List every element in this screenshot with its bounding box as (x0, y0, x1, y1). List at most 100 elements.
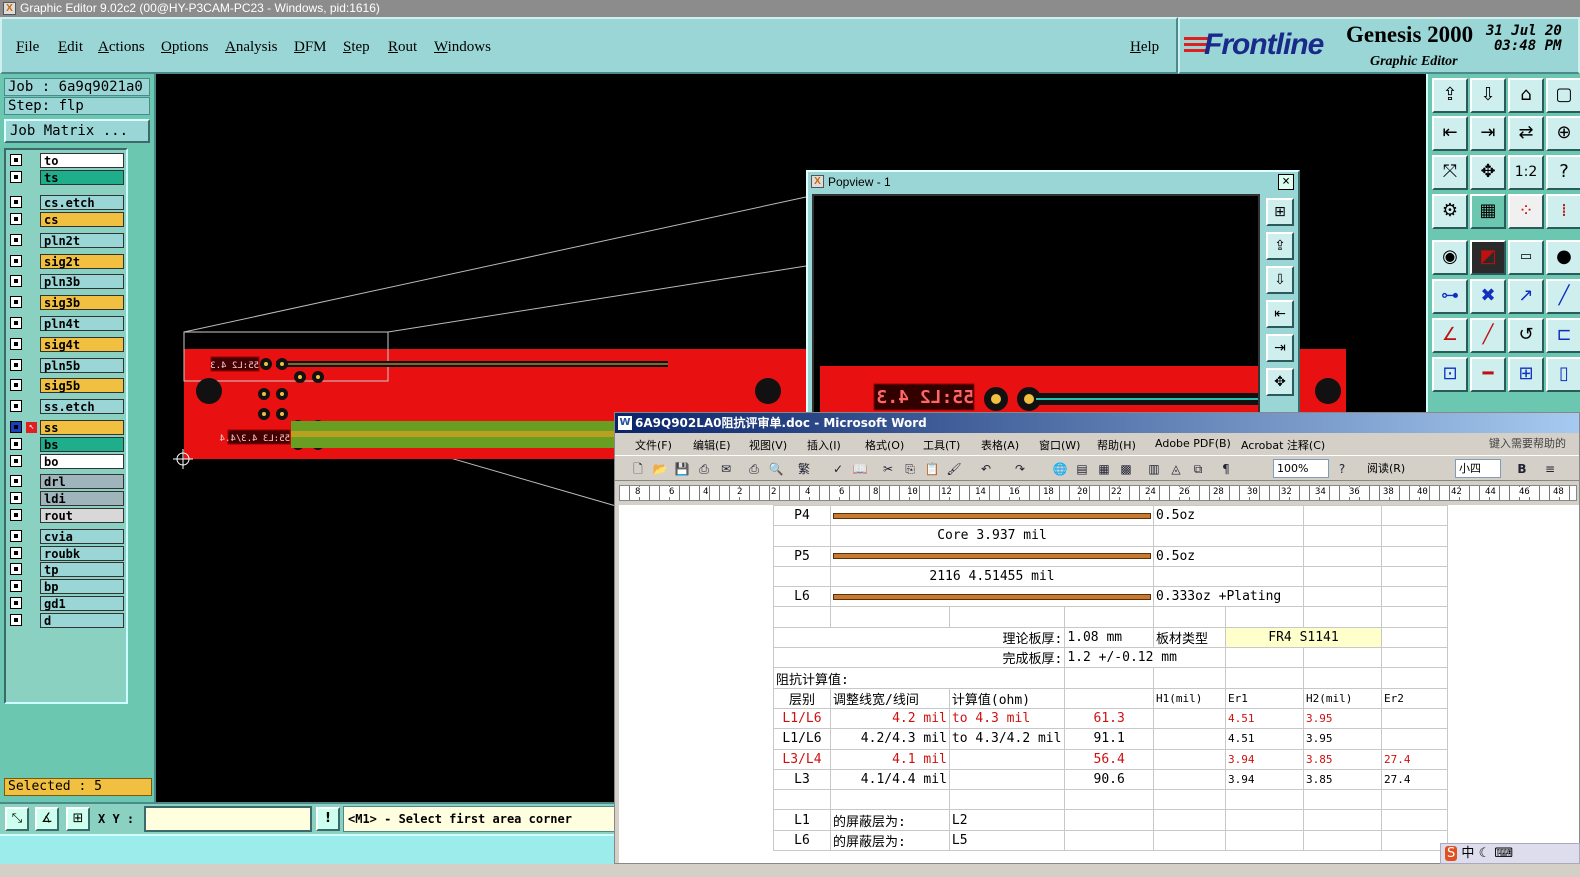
word-menu-item[interactable]: 表格(A) (981, 437, 1019, 453)
layer-checkbox[interactable] (10, 275, 22, 288)
pv-zoom-icon[interactable]: ⊞ (1266, 198, 1294, 226)
redo-icon[interactable]: ↷ (1011, 460, 1029, 478)
undo-icon[interactable]: ↶ (977, 460, 995, 478)
spelling-icon[interactable]: ✓ (829, 460, 847, 478)
layer-row[interactable]: bs (8, 436, 126, 452)
pad-snap-icon[interactable]: ⊡ (1432, 357, 1468, 392)
layer-name[interactable]: sig3b (40, 295, 124, 311)
popview-close-button[interactable]: × (1278, 174, 1294, 190)
mirror-icon[interactable]: ⇄ (1508, 116, 1544, 151)
menu-actions[interactable]: Actions (98, 39, 145, 56)
paste-icon[interactable]: 📋 (923, 460, 941, 478)
pan-left-icon[interactable]: ⇤ (1432, 116, 1468, 151)
add-surface-icon[interactable]: ◩ (1470, 240, 1506, 275)
trad-chinese-icon[interactable]: 繁 (795, 460, 813, 478)
layer-row[interactable]: ldi (8, 490, 126, 507)
ime-tray[interactable]: S 中 ☾ ⌨ (1440, 843, 1580, 864)
layer-row[interactable]: sig2t (8, 253, 126, 269)
draw-slash-icon[interactable]: ╱ (1470, 318, 1506, 353)
read-mode-button[interactable]: 阅读(R) (1363, 459, 1431, 478)
layer-name[interactable]: pln2t (40, 232, 124, 248)
layer-row[interactable]: pln5b (8, 357, 126, 373)
snap-grid-icon[interactable]: ⊞ (66, 807, 90, 831)
grid-icon[interactable]: ▦ (1470, 194, 1506, 229)
word-menu-item[interactable]: Adobe PDF(B) (1155, 437, 1231, 450)
layer-row[interactable]: gd1 (8, 595, 126, 611)
word-menu-item[interactable]: 文件(F) (635, 437, 672, 453)
bold-button[interactable]: B (1513, 460, 1531, 478)
word-menu-item[interactable]: 窗口(W) (1039, 437, 1080, 453)
layer-row[interactable]: tp (8, 561, 126, 578)
cut-icon[interactable]: ✂ (879, 460, 897, 478)
copy-icon[interactable]: ⎘ (901, 460, 919, 478)
xy-coordinate-input[interactable] (144, 806, 312, 832)
layer-checkbox[interactable] (10, 613, 22, 626)
word-menu-item[interactable]: 插入(I) (807, 437, 841, 453)
vertical-icon[interactable]: ▯ (1546, 357, 1580, 392)
zoom-fit-icon[interactable]: ⤧ (1432, 155, 1468, 190)
ime-language[interactable]: 中 (1461, 846, 1474, 861)
dot-icon[interactable]: ● (1546, 240, 1580, 275)
measure-ruler-icon[interactable]: ▭ (1508, 240, 1544, 275)
layer-row[interactable]: pln4t (8, 315, 126, 331)
pv-left-icon[interactable]: ⇤ (1266, 300, 1294, 328)
layer-checkbox[interactable] (10, 212, 22, 225)
menu-file[interactable]: File (16, 39, 39, 56)
layer-name[interactable]: pln3b (40, 274, 124, 290)
menu-step[interactable]: Step (343, 39, 370, 56)
snap-icon[interactable]: ⁘ (1508, 194, 1544, 229)
layer-checkbox[interactable] (10, 233, 22, 246)
layer-name[interactable]: ts (40, 170, 124, 185)
layer-name[interactable]: gd1 (40, 596, 124, 611)
zoom-window-icon[interactable]: ▢ (1546, 78, 1580, 113)
word-document[interactable]: P4 0.5oz Core 3.937 mil P5 0.5oz 2116 4.51455… (619, 505, 1579, 863)
layer-row[interactable]: pln2t (8, 232, 126, 248)
doc-map-icon[interactable]: ⧉ (1189, 460, 1207, 478)
layer-checkbox[interactable] (10, 379, 22, 392)
layer-checkbox[interactable] (10, 358, 22, 371)
measure-icon[interactable]: ∡ (35, 807, 59, 831)
layer-name[interactable]: bp (40, 579, 124, 595)
line-icon[interactable]: ╱ (1546, 279, 1580, 314)
horizontal-line-icon[interactable]: ━ (1470, 357, 1506, 392)
menu-options[interactable]: Options (161, 39, 209, 56)
layer-row[interactable]: sig4t (8, 336, 126, 352)
delete-icon[interactable]: ✖ (1470, 279, 1506, 314)
menu-help[interactable]: Help (1130, 39, 1159, 56)
layer-name[interactable]: bo (40, 453, 124, 469)
snap-alt-icon[interactable]: ⁞ (1546, 194, 1580, 229)
layer-checkbox[interactable] (10, 509, 22, 521)
draw-line-icon[interactable]: ∠ (1432, 318, 1468, 353)
open-icon[interactable]: 📂 (651, 460, 669, 478)
moon-icon[interactable]: ☾ (1479, 846, 1491, 861)
layer-name[interactable]: cvia (40, 528, 124, 544)
permission-icon[interactable]: ⎙ (695, 460, 713, 478)
layer-name[interactable]: drl (40, 474, 124, 490)
layer-row[interactable]: ts (8, 169, 126, 185)
layer-name[interactable]: sig5b (40, 378, 124, 394)
pan-right-icon[interactable]: ⇥ (1470, 116, 1506, 151)
layer-checkbox[interactable] (10, 454, 22, 467)
email-icon[interactable]: ✉ (717, 460, 735, 478)
layer-row[interactable]: ↖ ss (8, 419, 126, 435)
view-top-icon[interactable]: ⇪ (1432, 78, 1468, 113)
layer-name[interactable]: sig4t (40, 336, 124, 352)
alert-icon[interactable]: ! (316, 807, 340, 831)
layer-name[interactable]: rout (40, 508, 124, 523)
insert-excel-icon[interactable]: ▩ (1117, 460, 1135, 478)
insert-table-icon[interactable]: ▦ (1095, 460, 1113, 478)
menu-dfm[interactable]: DFM (294, 39, 327, 56)
word-menu-item[interactable]: 帮助(H) (1097, 437, 1136, 453)
layer-row[interactable]: d (8, 612, 126, 628)
layer-row[interactable]: rout (8, 507, 126, 523)
layer-name[interactable]: to (40, 153, 124, 168)
job-matrix-button[interactable]: Job Matrix ... (4, 119, 150, 143)
ruler-icon[interactable]: ⚙ (1432, 194, 1468, 229)
preview-icon[interactable]: 🔍 (767, 460, 785, 478)
word-menu-item[interactable]: Acrobat 注释(C) (1241, 437, 1325, 453)
layer-name[interactable]: pln5b (40, 357, 124, 373)
zoom-select[interactable]: 100% (1273, 459, 1329, 478)
layer-checkbox[interactable] (10, 400, 22, 413)
layer-checkbox[interactable] (10, 317, 22, 329)
view-bottom-icon[interactable]: ⇩ (1470, 78, 1506, 113)
